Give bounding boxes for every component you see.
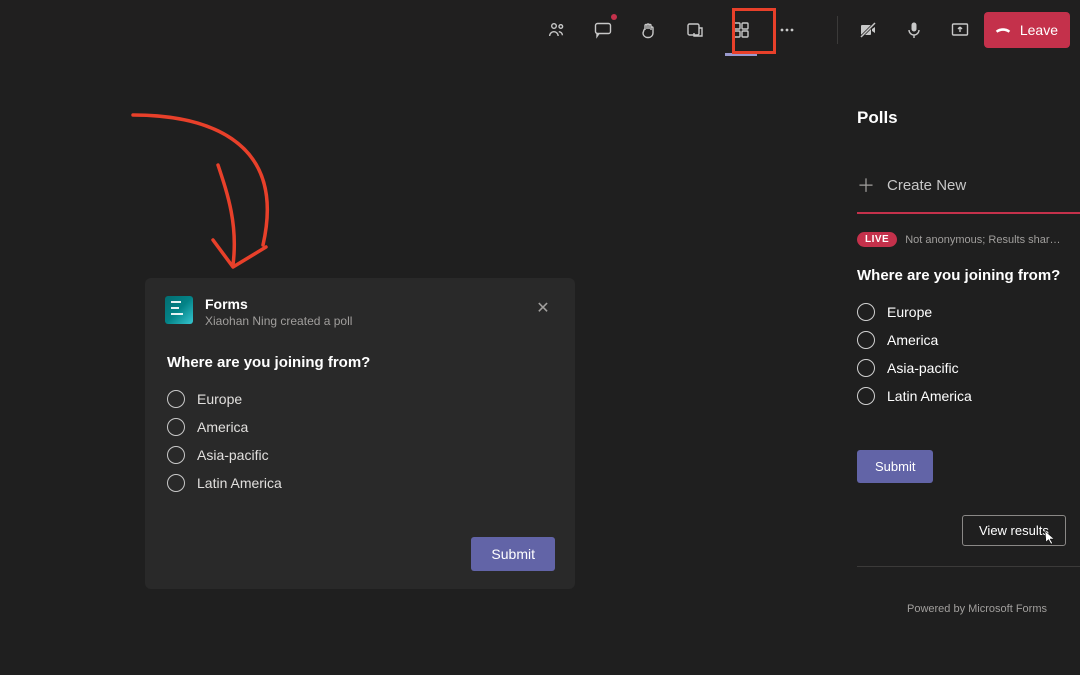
forms-logo-icon <box>165 296 193 324</box>
rooms-icon[interactable] <box>673 8 717 52</box>
microphone-icon[interactable] <box>892 8 936 52</box>
panel-submit-button[interactable]: Submit <box>857 450 933 483</box>
chat-icon[interactable] <box>581 8 625 52</box>
poll-app-name: Forms <box>205 296 352 312</box>
radio-icon <box>857 303 875 321</box>
toolbar-center-group <box>535 8 809 52</box>
panel-poll-question: Where are you joining from? <box>857 267 1080 284</box>
radio-icon <box>167 390 185 408</box>
live-badge: LIVE <box>857 232 897 247</box>
poll-meta-text: Not anonymous; Results shar… <box>905 234 1060 246</box>
toolbar-right-group: Leave <box>846 8 1070 52</box>
poll-entry-meta: LIVE Not anonymous; Results shar… <box>857 232 1080 247</box>
radio-icon <box>167 446 185 464</box>
more-actions-icon[interactable] <box>765 8 809 52</box>
radio-icon <box>857 387 875 405</box>
forms-icon[interactable] <box>719 8 763 52</box>
camera-off-icon[interactable] <box>846 8 890 52</box>
panel-divider <box>857 566 1080 567</box>
panel-poll-option[interactable]: Latin America <box>857 382 1080 410</box>
annotation-arrow <box>118 105 318 295</box>
panel-title: Polls <box>857 60 1080 128</box>
raise-hand-icon[interactable] <box>627 8 671 52</box>
meeting-toolbar: Leave <box>0 0 1080 60</box>
active-indicator <box>857 212 1080 214</box>
panel-poll-option[interactable]: Asia-pacific <box>857 354 1080 382</box>
plus-icon: ＋ <box>857 172 875 198</box>
submit-button[interactable]: Submit <box>471 537 555 571</box>
panel-options-list: Europe America Asia-pacific Latin Americ… <box>857 298 1080 410</box>
poll-list-entry: LIVE Not anonymous; Results shar… Where … <box>857 232 1080 546</box>
panel-footer: Powered by Microsoft Forms <box>857 603 1080 615</box>
radio-icon <box>167 418 185 436</box>
view-results-button[interactable]: View results <box>962 515 1066 546</box>
radio-icon <box>167 474 185 492</box>
poll-option[interactable]: America <box>167 413 555 441</box>
poll-option[interactable]: Europe <box>167 385 555 413</box>
poll-option[interactable]: Latin America <box>167 469 555 497</box>
participants-icon[interactable] <box>535 8 579 52</box>
leave-label: Leave <box>1020 22 1058 38</box>
toolbar-separator <box>837 16 838 44</box>
radio-icon <box>857 359 875 377</box>
panel-poll-option[interactable]: Europe <box>857 298 1080 326</box>
leave-button[interactable]: Leave <box>984 12 1070 48</box>
panel-poll-option[interactable]: America <box>857 326 1080 354</box>
poll-card-header: Forms Xiaohan Ning created a poll ✕ <box>165 296 555 328</box>
poll-question: Where are you joining from? <box>167 354 555 371</box>
close-icon[interactable]: ✕ <box>531 296 555 320</box>
create-new-button[interactable]: ＋ Create New <box>857 172 1080 198</box>
poll-options-list: Europe America Asia-pacific Latin Americ… <box>167 385 555 497</box>
poll-popup-card: Forms Xiaohan Ning created a poll ✕ Wher… <box>145 278 575 589</box>
poll-option[interactable]: Asia-pacific <box>167 441 555 469</box>
poll-subtitle: Xiaohan Ning created a poll <box>205 314 352 328</box>
cursor-icon <box>1041 530 1057 546</box>
polls-panel: Polls ＋ Create New LIVE Not anonymous; R… <box>855 60 1080 675</box>
create-new-label: Create New <box>887 177 966 194</box>
share-screen-icon[interactable] <box>938 8 982 52</box>
hangup-icon <box>994 21 1012 39</box>
radio-icon <box>857 331 875 349</box>
